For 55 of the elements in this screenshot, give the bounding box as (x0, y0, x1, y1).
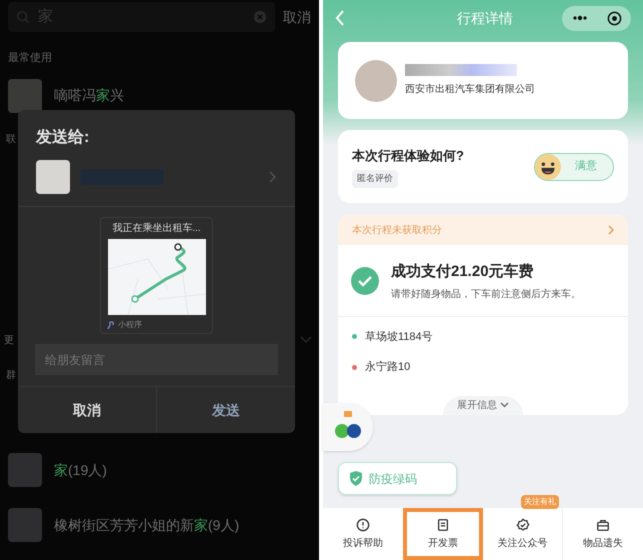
bottom-bar-item[interactable]: 关注公众号 (483, 508, 563, 560)
name-text: 家 (96, 87, 110, 103)
section-label: 最常使用 (7, 51, 53, 66)
cancel-button[interactable]: 取消 (283, 6, 311, 28)
driver-avatar (355, 60, 397, 102)
cancel-button[interactable]: 取消 (18, 387, 157, 433)
dialog-title: 发送给: (34, 128, 90, 148)
search-icon (16, 10, 30, 24)
promo-badge: 关注有礼 (521, 495, 559, 509)
rating-question: 本次行程体验如何? (352, 146, 464, 164)
name-text: 家 (54, 462, 68, 478)
bag-icon (596, 518, 610, 532)
group-avatar (8, 508, 42, 542)
chevron-down-icon (300, 336, 312, 344)
alert-icon (356, 518, 370, 532)
link-icon (107, 320, 115, 330)
name-text: 橡树街区芳芳小姐的新 (54, 516, 194, 532)
message-input[interactable]: 给朋友留言 (35, 344, 278, 375)
bottom-bar-item[interactable]: 开发票 (403, 508, 483, 560)
section-label: 联 (6, 133, 16, 147)
bottom-bar-item[interactable]: 物品遗失 (563, 508, 643, 560)
receipt-icon (436, 518, 450, 532)
avatar-photo (8, 78, 42, 112)
name-text: 家 (194, 516, 208, 532)
recipient-photo (36, 160, 70, 194)
check-circle-icon (351, 267, 379, 296)
shield-check-icon (349, 471, 363, 486)
name-text: (9人) (208, 516, 240, 532)
stop-address: 草场坡1184号 (365, 330, 433, 344)
card-source: 小程序 (118, 319, 142, 331)
section-label: 群 (6, 369, 16, 383)
badge-check-icon (516, 518, 530, 532)
send-button[interactable]: 发送 (157, 387, 295, 433)
page-title: 行程详情 (457, 8, 513, 28)
anonymous-tag: 匿名评价 (352, 170, 398, 188)
group-avatar (8, 453, 42, 487)
name-text: 兴 (110, 87, 124, 103)
name-text: 嘀嗒冯 (54, 87, 96, 103)
name-text: (19人) (68, 462, 107, 478)
more-icon[interactable] (572, 15, 588, 21)
chevron-down-icon (500, 402, 509, 408)
payment-title: 成功支付21.20元车费 (391, 262, 535, 282)
close-target-icon[interactable] (606, 10, 622, 26)
stop-address: 永宁路10 (365, 360, 410, 375)
points-notice: 本次行程未获取积分 (352, 224, 442, 238)
company-name: 西安市出租汽车集团有限公司 (405, 82, 535, 97)
bottom-bar-item[interactable]: 投诉帮助 (323, 508, 403, 560)
smiley-face-icon (535, 154, 561, 180)
capsule-menu[interactable] (562, 6, 631, 30)
expand-info-tab[interactable]: 展开信息 (443, 396, 523, 414)
section-label: 更 (4, 334, 14, 348)
chevron-right-icon (608, 225, 614, 235)
floating-logo-button[interactable] (323, 403, 373, 451)
payment-subtitle: 请带好随身物品，下车前注意侧后方来车。 (391, 288, 581, 302)
card-title: 我正在乘坐出租车... (112, 222, 201, 236)
